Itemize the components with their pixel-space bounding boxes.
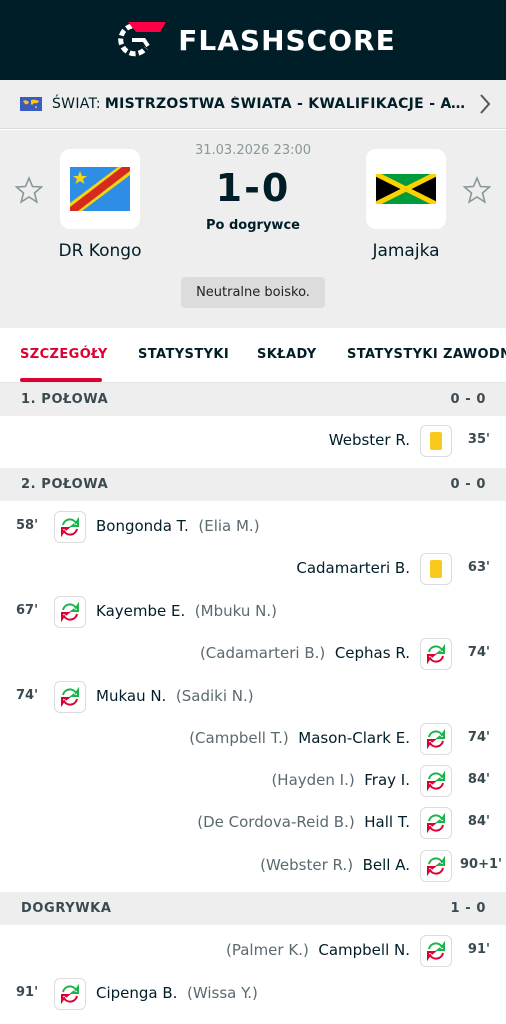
event-minute: 35' bbox=[467, 432, 490, 447]
chevron-right-icon[interactable] bbox=[478, 92, 492, 116]
event-assist[interactable]: (Mbuku N.) bbox=[195, 602, 277, 620]
event-minute: 91' bbox=[467, 942, 490, 957]
match-event[interactable]: (Webster R.) Bell A. 90+1' bbox=[0, 845, 506, 887]
event-minute: 90+1' bbox=[459, 857, 502, 872]
section-score: 0 - 0 bbox=[450, 477, 486, 492]
home-team-name[interactable]: DR Kongo bbox=[20, 241, 180, 261]
substitution-icon bbox=[420, 935, 452, 967]
breadcrumb[interactable]: ŚWIAT: MISTRZOSTWA ŚWIATA - KWALIFIKACJE… bbox=[0, 80, 506, 129]
event-minute: 74' bbox=[16, 688, 39, 703]
event-player[interactable]: Bongonda T. bbox=[96, 517, 189, 535]
jamaica-flag-icon bbox=[376, 174, 436, 204]
event-player[interactable]: Cipenga B. bbox=[96, 984, 177, 1002]
tab-statistics[interactable]: STATYSTYKI bbox=[138, 347, 229, 362]
breadcrumb-competition: MISTRZOSTWA ŚWIATA - KWALIFIKACJE - AWA.… bbox=[104, 96, 467, 112]
away-team-name[interactable]: Jamajka bbox=[326, 241, 486, 261]
section-score: 1 - 0 bbox=[450, 901, 486, 916]
event-player[interactable]: Campbell N. bbox=[318, 941, 410, 959]
event-assist[interactable]: (Cadamarteri B.) bbox=[200, 644, 325, 662]
event-minute: 74' bbox=[467, 730, 490, 745]
match-event[interactable]: (De Cordova-Reid B.) Hall T. 84' bbox=[0, 802, 506, 844]
section-title: DOGRYWKA bbox=[21, 901, 112, 916]
match-event[interactable]: 91' Cipenga B. (Wissa Y.) bbox=[0, 973, 506, 1015]
substitution-icon bbox=[54, 596, 86, 628]
match-event[interactable]: Webster R. 35' bbox=[0, 420, 506, 462]
event-player[interactable]: Mukau N. bbox=[96, 687, 166, 705]
yellow-card-icon bbox=[420, 425, 452, 457]
event-minute: 58' bbox=[16, 518, 39, 533]
event-player[interactable]: Fray I. bbox=[364, 771, 410, 789]
event-minute: 63' bbox=[467, 560, 490, 575]
event-minute: 84' bbox=[467, 772, 490, 787]
match-event[interactable]: 58' Bongonda T. (Elia M.) bbox=[0, 506, 506, 548]
event-assist[interactable]: (Sadiki N.) bbox=[176, 687, 254, 705]
event-assist[interactable]: (Elia M.) bbox=[198, 517, 259, 535]
event-assist[interactable]: (Hayden I.) bbox=[271, 771, 354, 789]
substitution-icon bbox=[420, 638, 452, 670]
tab-lineups[interactable]: SKŁADY bbox=[257, 347, 317, 362]
active-tab-indicator bbox=[20, 378, 102, 382]
match-event[interactable]: (Cadamarteri B.) Cephas R. 74' bbox=[0, 633, 506, 675]
match-event[interactable]: (Hayden I.) Fray I. 84' bbox=[0, 760, 506, 802]
event-player[interactable]: Mason-Clark E. bbox=[298, 729, 410, 747]
section-title: 1. POŁOWA bbox=[21, 392, 109, 407]
flashscore-logo-icon[interactable] bbox=[110, 18, 167, 62]
event-assist[interactable]: (Wissa Y.) bbox=[187, 984, 258, 1002]
event-player[interactable]: Cadamarteri B. bbox=[296, 559, 410, 577]
section-score: 0 - 0 bbox=[450, 392, 486, 407]
world-flag-icon bbox=[20, 97, 42, 111]
favorite-away-star-icon[interactable] bbox=[463, 176, 491, 204]
substitution-icon bbox=[54, 978, 86, 1010]
event-minute: 84' bbox=[467, 814, 490, 829]
section-header: DOGRYWKA 1 - 0 bbox=[0, 892, 506, 925]
event-assist[interactable]: (Webster R.) bbox=[260, 856, 353, 874]
match-event[interactable]: 74' Mukau N. (Sadiki N.) bbox=[0, 676, 506, 718]
app-title: FLASHSCORE bbox=[178, 23, 396, 57]
event-assist[interactable]: (Palmer K.) bbox=[226, 941, 309, 959]
event-minute: 91' bbox=[16, 985, 39, 1000]
match-tabs: SZCZEGÓŁY STATYSTYKI SKŁADY STATYSTYKI Z… bbox=[0, 328, 506, 383]
event-assist[interactable]: (Campbell T.) bbox=[189, 729, 289, 747]
event-minute: 67' bbox=[16, 603, 39, 618]
substitution-icon bbox=[420, 723, 452, 755]
event-minute: 74' bbox=[467, 645, 490, 660]
event-player[interactable]: Hall T. bbox=[364, 813, 410, 831]
away-team-logo[interactable] bbox=[366, 149, 446, 229]
match-event[interactable]: 67' Kayembe E. (Mbuku N.) bbox=[0, 591, 506, 633]
event-player[interactable]: Webster R. bbox=[329, 431, 410, 449]
substitution-icon bbox=[420, 807, 452, 839]
substitution-icon bbox=[420, 765, 452, 797]
event-assist[interactable]: (De Cordova-Reid B.) bbox=[197, 813, 354, 831]
breadcrumb-country: ŚWIAT: bbox=[52, 96, 101, 112]
section-header: 2. POŁOWA 0 - 0 bbox=[0, 468, 506, 501]
venue-note-badge: Neutralne boisko. bbox=[181, 277, 325, 308]
section-title: 2. POŁOWA bbox=[21, 477, 109, 492]
match-event[interactable]: (Palmer K.) Campbell N. 91' bbox=[0, 930, 506, 972]
match-header: DR Kongo 31.03.2026 23:00 1-0 Po dogrywc… bbox=[0, 130, 506, 328]
section-header: 1. POŁOWA 0 - 0 bbox=[0, 383, 506, 416]
yellow-card-icon bbox=[420, 553, 452, 585]
event-player[interactable]: Cephas R. bbox=[335, 644, 410, 662]
tab-details[interactable]: SZCZEGÓŁY bbox=[20, 347, 108, 362]
match-event[interactable]: Cadamarteri B. 63' bbox=[0, 548, 506, 590]
tab-player-statistics[interactable]: STATYSTYKI ZAWODNIKÓW bbox=[347, 347, 506, 362]
match-event[interactable]: (Campbell T.) Mason-Clark E. 74' bbox=[0, 718, 506, 760]
substitution-icon bbox=[54, 511, 86, 543]
event-player[interactable]: Kayembe E. bbox=[96, 602, 185, 620]
event-player[interactable]: Bell A. bbox=[363, 856, 410, 874]
substitution-icon bbox=[420, 850, 452, 882]
app-header: FLASHSCORE bbox=[0, 0, 506, 80]
substitution-icon bbox=[54, 681, 86, 713]
